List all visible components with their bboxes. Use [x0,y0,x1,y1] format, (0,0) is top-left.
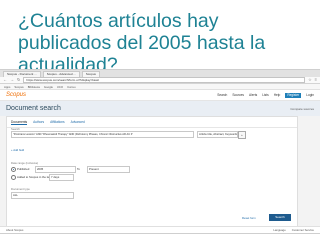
compare-sources-link[interactable]: Compare sources [290,107,314,111]
search-tabs: Documents Authors Affiliations Advanced [7,117,297,128]
nav-sources[interactable]: Sources [232,93,244,97]
url-field[interactable]: https://www.scopus.com/search/form.uri?d… [23,77,306,83]
reset-form-link[interactable]: Reset form [242,216,256,220]
bookmark-item[interactable]: Apps [4,85,10,89]
browser-tab-bar: Scopus - Document ... Scopus - Advanced … [0,70,320,77]
star-icon[interactable]: ☆ [308,78,312,82]
added-days-select[interactable]: 7 days [49,174,74,181]
nav-help[interactable]: Help [274,93,281,97]
bookmark-item[interactable]: UCO [57,85,63,89]
tab-authors[interactable]: Authors [33,120,44,125]
back-icon[interactable]: ← [3,78,7,82]
browser-screenshot: Scopus - Document ... Scopus - Advanced … [0,69,320,234]
address-bar: ← → ↻ https://www.scopus.com/search/form… [0,77,320,84]
added-label: Added to Scopus in the last [17,175,52,179]
add-field-link[interactable]: + Add field [11,148,24,152]
bookmark-item[interactable]: Scopus [14,85,23,89]
nav-search[interactable]: Search [217,93,227,97]
add-field-icon[interactable]: + [238,130,246,139]
tab-advanced[interactable]: Advanced [71,120,85,125]
nav-lists[interactable]: Lists [262,93,269,97]
browser-tab[interactable]: Scopus - Document ... [3,70,41,77]
date-range-label: Date range (inclusive) [11,161,39,165]
browser-tab[interactable]: Scopus [81,70,100,77]
bookmark-item[interactable]: Google [44,85,53,89]
about-scopus-link[interactable]: About Scopus [6,228,23,232]
from-year-select[interactable]: 2005 [35,166,76,173]
search-field-select[interactable]: Article title, Abstract, Keywords [197,131,238,138]
published-radio[interactable] [11,167,16,172]
slide-title: ¿Cuántos artículos hay publicados del 20… [18,10,266,76]
page-title: Document search [6,105,61,112]
tab-affiliations[interactable]: Affiliations [50,120,64,125]
search-button-label: Search [275,215,285,219]
login-link[interactable]: Login [306,93,314,97]
menu-icon[interactable]: ≡ [315,78,317,82]
to-label: To [77,167,80,171]
language-link[interactable]: Language [273,228,285,232]
forward-icon[interactable]: → [10,78,14,82]
scopus-logo[interactable]: Scopus [6,92,26,98]
bookmark-item[interactable]: Biblioteca [28,85,40,89]
search-input[interactable]: "Posttrans Lesions" AND "Rheumatoid Ther… [11,131,194,138]
reload-icon[interactable]: ↻ [17,78,20,82]
site-footer: About Scopus Language Customer Service [0,226,320,233]
to-year-select[interactable]: Present [87,166,130,173]
page-header: Document search Compare sources [0,101,320,116]
document-type-label: Document type [11,187,30,191]
register-button[interactable]: Register [285,92,302,98]
search-button[interactable]: Search [269,214,291,221]
document-type-select[interactable]: ALL [11,192,74,199]
site-top-nav: Scopus Search Sources Alerts Lists Help … [0,90,320,101]
tab-documents[interactable]: Documents [11,120,28,125]
bookmark-item[interactable]: Correo [67,85,76,89]
nav-alerts[interactable]: Alerts [249,93,257,97]
search-panel: Documents Authors Affiliations Advanced … [6,116,298,230]
customer-service-link[interactable]: Customer Service [292,228,314,232]
published-label: Published [17,167,30,171]
added-radio[interactable] [11,175,16,180]
browser-tab[interactable]: Scopus - Advanced ... [42,70,80,77]
